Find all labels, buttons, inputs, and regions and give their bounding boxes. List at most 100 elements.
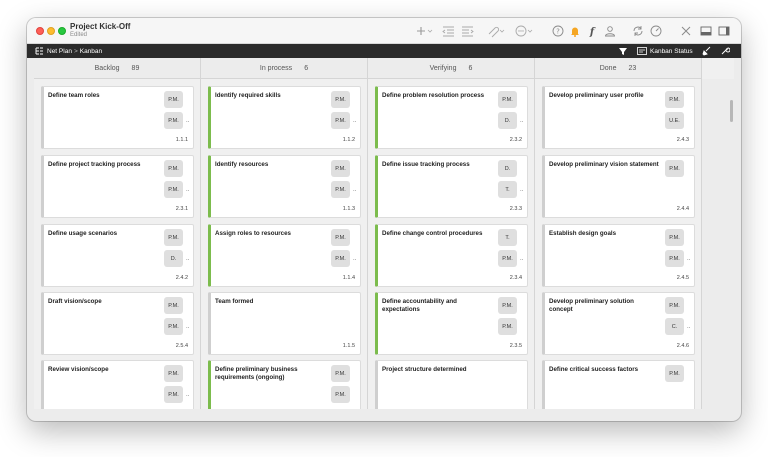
kanban-card[interactable]: Define critical success factors P.M. bbox=[542, 360, 695, 409]
resource-badge[interactable]: D. bbox=[164, 250, 183, 267]
more-resources-indicator: .. bbox=[353, 256, 357, 262]
column-header-0[interactable]: Backlog 89 bbox=[34, 58, 201, 79]
resource-badge[interactable]: P.M. bbox=[331, 229, 350, 246]
kanban-card[interactable]: Define problem resolution process P.M. D..… bbox=[375, 86, 528, 149]
card-title: Identify resources bbox=[215, 161, 269, 168]
resource-badge[interactable]: T. bbox=[498, 181, 517, 198]
breadcrumb-net-plan[interactable]: Net Plan bbox=[47, 48, 72, 55]
card-wbs-number: 1.1.5 bbox=[342, 343, 355, 349]
indent-button[interactable] bbox=[460, 24, 476, 38]
column-count: 89 bbox=[131, 64, 140, 72]
resource-badge[interactable]: P.M. bbox=[498, 297, 517, 314]
resource-badge[interactable]: P.M. bbox=[665, 91, 684, 108]
resource-badge[interactable]: P.M. bbox=[164, 112, 183, 129]
kanban-card[interactable]: Define preliminary business requirements… bbox=[208, 360, 361, 409]
resource-badge[interactable]: P.M. bbox=[164, 160, 183, 177]
more-resources-indicator: .. bbox=[353, 187, 357, 193]
resource-badge[interactable]: P.M. bbox=[331, 250, 350, 267]
resource-badge[interactable]: P.M. bbox=[331, 160, 350, 177]
resource-badge[interactable]: P.M. bbox=[331, 181, 350, 198]
more-resources-indicator: .. bbox=[186, 118, 190, 124]
resource-badge[interactable]: P.M. bbox=[665, 250, 684, 267]
kanban-card[interactable]: Develop preliminary user profile P.M. U.E.… bbox=[542, 86, 695, 149]
resource-badge[interactable]: P.M. bbox=[164, 229, 183, 246]
clear-button[interactable] bbox=[702, 44, 712, 58]
add-button[interactable] bbox=[412, 24, 434, 38]
kanban-card[interactable]: Draft vision/scope P.M. P.M... 2.5.4 bbox=[41, 292, 194, 355]
outdent-button[interactable] bbox=[440, 24, 456, 38]
close-window-button[interactable] bbox=[36, 27, 44, 35]
card-wbs-number: 2.4.3 bbox=[676, 137, 689, 143]
column-header-1[interactable]: In process 6 bbox=[201, 58, 368, 79]
settings-button[interactable] bbox=[720, 44, 730, 58]
resource-badge[interactable]: P.M. bbox=[164, 318, 183, 335]
hierarchy-icon bbox=[35, 47, 43, 55]
filter-button[interactable] bbox=[618, 44, 628, 58]
kanban-card[interactable]: Define team roles P.M. P.M... 1.1.1 bbox=[41, 86, 194, 149]
kanban-card[interactable]: Define change control procedures T. P.M...… bbox=[375, 224, 528, 287]
kanban-status-button[interactable]: Kanban Status bbox=[637, 44, 693, 58]
link-button[interactable] bbox=[485, 24, 507, 38]
kanban-card[interactable]: Define project tracking process P.M. P.M..… bbox=[41, 155, 194, 218]
resource-badge[interactable]: U.E. bbox=[665, 112, 684, 129]
notifications-button[interactable] bbox=[568, 24, 582, 38]
function-button[interactable]: f bbox=[585, 24, 599, 38]
kanban-card[interactable]: Review vision/scope P.M. P.M... bbox=[41, 360, 194, 409]
gauge-icon bbox=[650, 25, 662, 37]
card-title: Define critical success factors bbox=[549, 366, 639, 373]
svg-text:?: ? bbox=[556, 28, 560, 36]
resource-badge[interactable]: P.M. bbox=[164, 365, 183, 382]
kanban-card[interactable]: Identify resources P.M. P.M... 1.1.3 bbox=[208, 155, 361, 218]
resource-badge[interactable]: P.M. bbox=[498, 91, 517, 108]
resource-badge[interactable]: P.M. bbox=[164, 297, 183, 314]
resource-badge[interactable]: P.M. bbox=[498, 318, 517, 335]
outdent-icon bbox=[442, 26, 454, 37]
sidebar-toggle-button[interactable] bbox=[717, 24, 731, 38]
card-wbs-number: 2.4.6 bbox=[676, 343, 689, 349]
resource-badge[interactable]: P.M. bbox=[665, 297, 684, 314]
resource-badge[interactable]: P.M. bbox=[665, 229, 684, 246]
breadcrumb-kanban[interactable]: Kanban bbox=[80, 48, 102, 55]
resource-badge[interactable]: P.M. bbox=[665, 365, 684, 382]
card-wbs-number: 1.1.2 bbox=[342, 137, 355, 143]
kanban-card[interactable]: Team formed 1.1.5 bbox=[208, 292, 361, 355]
resource-badge[interactable]: P.M. bbox=[331, 112, 350, 129]
kanban-card[interactable]: Identify required skills P.M. P.M... 1.1.2 bbox=[208, 86, 361, 149]
resource-badge[interactable]: D. bbox=[498, 160, 517, 177]
app-window: Project Kick-Off Edited ? f Net Plan > K… bbox=[27, 18, 741, 421]
resource-badge[interactable]: P.M. bbox=[164, 181, 183, 198]
kanban-card[interactable]: Establish design goals P.M. P.M... 2.4.5 bbox=[542, 224, 695, 287]
kanban-card[interactable]: Project structure determined bbox=[375, 360, 528, 409]
kanban-card[interactable]: Develop preliminary vision statement P.M.… bbox=[542, 155, 695, 218]
help-button[interactable]: ? bbox=[551, 24, 565, 38]
plus-icon bbox=[417, 27, 433, 35]
resource-badge[interactable]: P.M. bbox=[331, 386, 350, 403]
resource-badge[interactable]: P.M. bbox=[164, 91, 183, 108]
kanban-card[interactable]: Assign roles to resources P.M. P.M... 1.1.4 bbox=[208, 224, 361, 287]
kanban-card[interactable]: Develop preliminary solution concept P.M.… bbox=[542, 292, 695, 355]
resource-badge[interactable]: P.M. bbox=[164, 386, 183, 403]
zoom-window-button[interactable] bbox=[58, 27, 66, 35]
resource-badge[interactable]: D. bbox=[498, 112, 517, 129]
card-wbs-number: 2.3.3 bbox=[509, 206, 522, 212]
bell-icon bbox=[571, 27, 579, 37]
resource-badge[interactable]: P.M. bbox=[498, 250, 517, 267]
vertical-scrollbar[interactable] bbox=[730, 100, 733, 122]
view-toggle-button[interactable] bbox=[699, 24, 713, 38]
kanban-card[interactable]: Define accountability and expectations P.… bbox=[375, 292, 528, 355]
sync-button[interactable] bbox=[631, 24, 645, 38]
column-header-2[interactable]: Verifying 6 bbox=[368, 58, 535, 79]
minimize-window-button[interactable] bbox=[47, 27, 55, 35]
resource-badge[interactable]: T. bbox=[498, 229, 517, 246]
resource-badge[interactable]: C. bbox=[665, 318, 684, 335]
column-header-3[interactable]: Done 23 bbox=[535, 58, 702, 79]
resource-badge[interactable]: P.M. bbox=[331, 91, 350, 108]
tools-button[interactable] bbox=[679, 24, 693, 38]
kanban-card[interactable]: Define usage scenarios P.M. D... 2.4.2 bbox=[41, 224, 194, 287]
more-button[interactable] bbox=[513, 24, 535, 38]
kanban-card[interactable]: Define issue tracking process D. T... 2.3.3 bbox=[375, 155, 528, 218]
resource-badge[interactable]: P.M. bbox=[331, 365, 350, 382]
resource-badge[interactable]: P.M. bbox=[665, 160, 684, 177]
gauge-button[interactable] bbox=[649, 24, 663, 38]
resources-button[interactable] bbox=[603, 24, 617, 38]
